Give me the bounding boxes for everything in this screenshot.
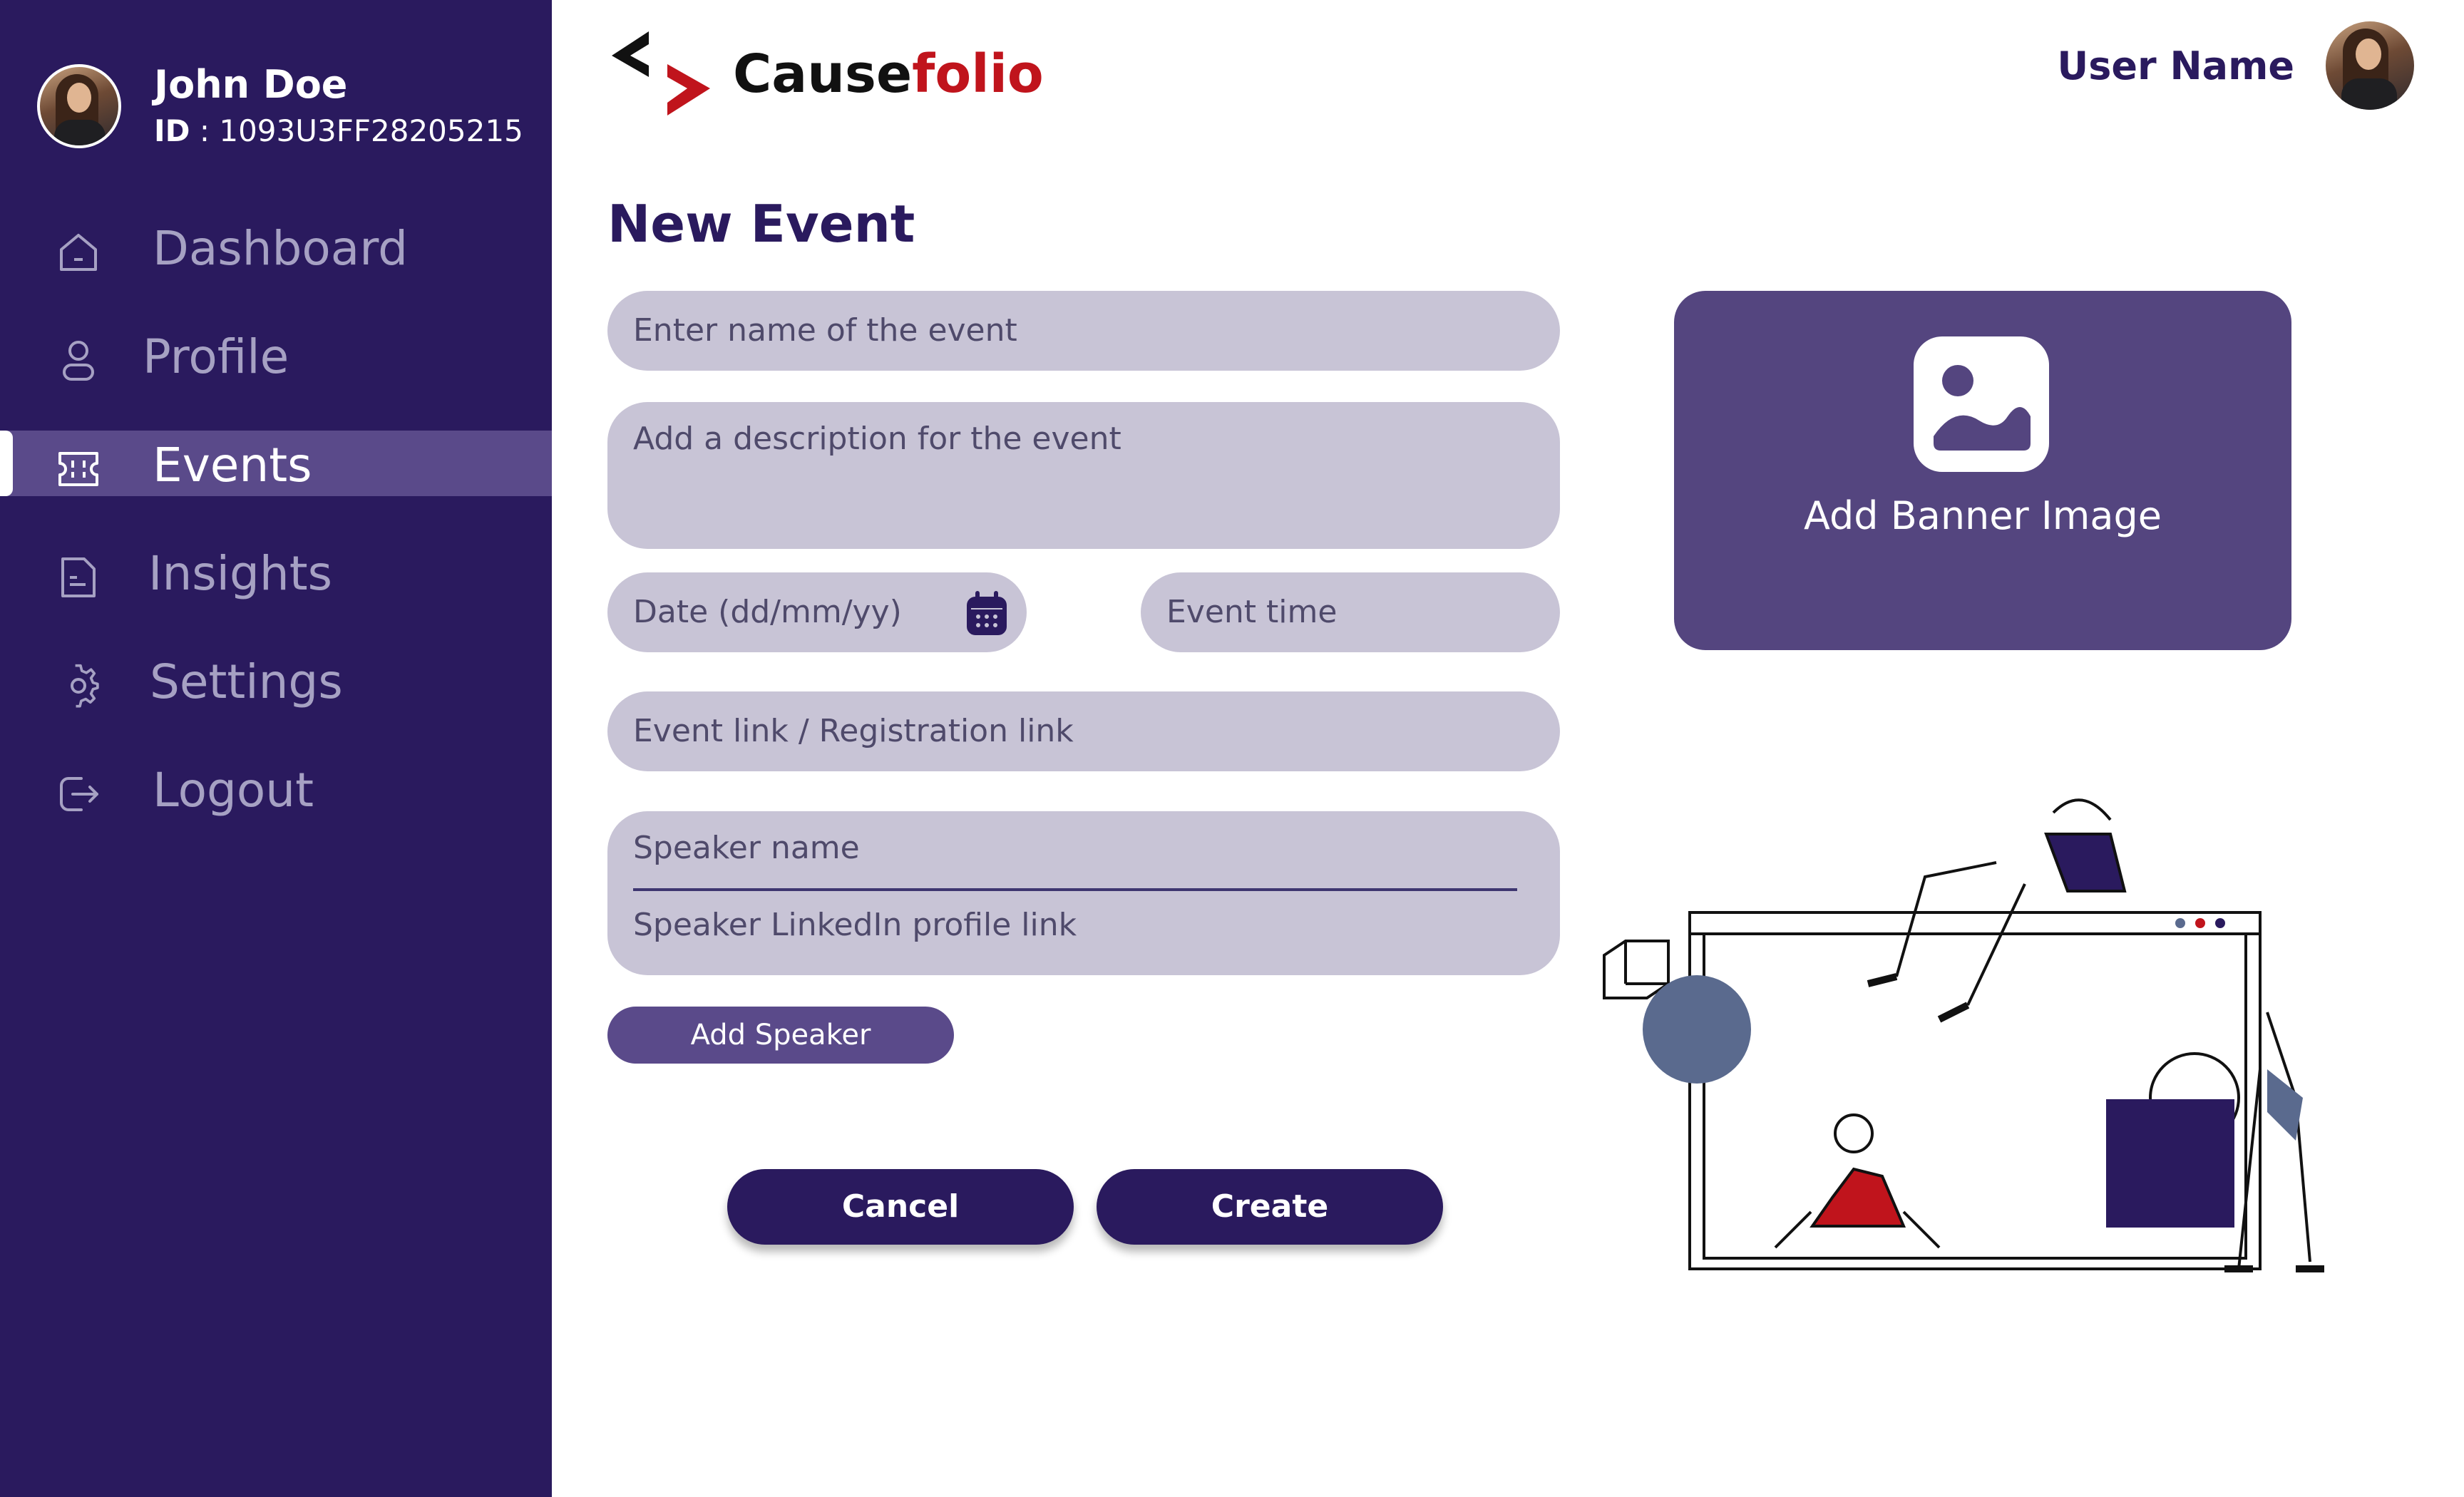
brand[interactable]: Causefolio (606, 31, 1044, 117)
divider (633, 888, 1517, 891)
document-icon (61, 557, 96, 597)
avatar[interactable] (2326, 21, 2414, 110)
user-id: ID : 1093U3FF28205215 (154, 113, 523, 148)
sidebar-item-label: Insights (148, 546, 333, 601)
sidebar-item-profile[interactable]: Profile (0, 322, 552, 388)
avatar[interactable] (37, 64, 121, 148)
sidebar-item-label: Logout (153, 763, 314, 818)
header-user-name: User Name (2057, 43, 2294, 88)
banner-label: Add Banner Image (1803, 493, 2162, 538)
home-icon (60, 234, 97, 271)
sidebar-item-dashboard[interactable]: Dashboard (0, 214, 552, 279)
sidebar-item-logout[interactable]: Logout (0, 756, 552, 821)
sidebar-item-label: Events (153, 438, 312, 493)
event-time-input[interactable]: Event time (1141, 572, 1560, 652)
calendar-icon[interactable] (965, 591, 1008, 637)
sidebar-nav: Dashboard Profile Events Insights Settin… (0, 214, 552, 864)
event-illustration (1603, 798, 2324, 1272)
speaker-linkedin-input[interactable]: Speaker LinkedIn profile link (633, 904, 1077, 947)
header-user[interactable]: User Name (2057, 21, 2414, 110)
user-name: John Doe (154, 62, 348, 107)
event-name-input[interactable]: Enter name of the event (607, 291, 1560, 371)
page-title: New Event (607, 194, 915, 254)
sidebar-item-events[interactable]: Events (0, 431, 552, 496)
event-date-placeholder: Date (dd/mm/yy) (633, 594, 902, 630)
speaker-group: Speaker name Speaker LinkedIn profile li… (607, 811, 1560, 975)
event-link-input[interactable]: Event link / Registration link (607, 691, 1560, 771)
sidebar-item-insights[interactable]: Insights (0, 539, 552, 605)
add-speaker-button[interactable]: Add Speaker (607, 1007, 954, 1064)
gear-icon (71, 664, 99, 708)
sidebar-item-label: Settings (150, 654, 343, 709)
event-date-input[interactable]: Date (dd/mm/yy) (607, 572, 1027, 652)
brand-name: Causefolio (733, 43, 1044, 105)
sidebar-item-settings[interactable]: Settings (0, 647, 552, 713)
user-icon (63, 341, 94, 381)
sidebar-item-label: Profile (143, 329, 289, 384)
add-banner-image-button[interactable]: Add Banner Image (1674, 291, 2291, 650)
event-description-input[interactable]: Add a description for the event (607, 402, 1560, 549)
brand-logo-icon (612, 31, 710, 115)
sidebar-user: John Doe ID : 1093U3FF28205215 (37, 61, 523, 151)
speaker-name-input[interactable]: Speaker name (633, 827, 860, 870)
image-icon (1914, 336, 2049, 472)
ticket-icon (58, 452, 98, 486)
cancel-button[interactable]: Cancel (727, 1169, 1074, 1245)
create-button[interactable]: Create (1097, 1169, 1443, 1245)
sidebar-item-label: Dashboard (153, 221, 409, 276)
sidebar: John Doe ID : 1093U3FF28205215 Dashboard… (0, 0, 552, 1497)
logout-icon (60, 777, 98, 811)
